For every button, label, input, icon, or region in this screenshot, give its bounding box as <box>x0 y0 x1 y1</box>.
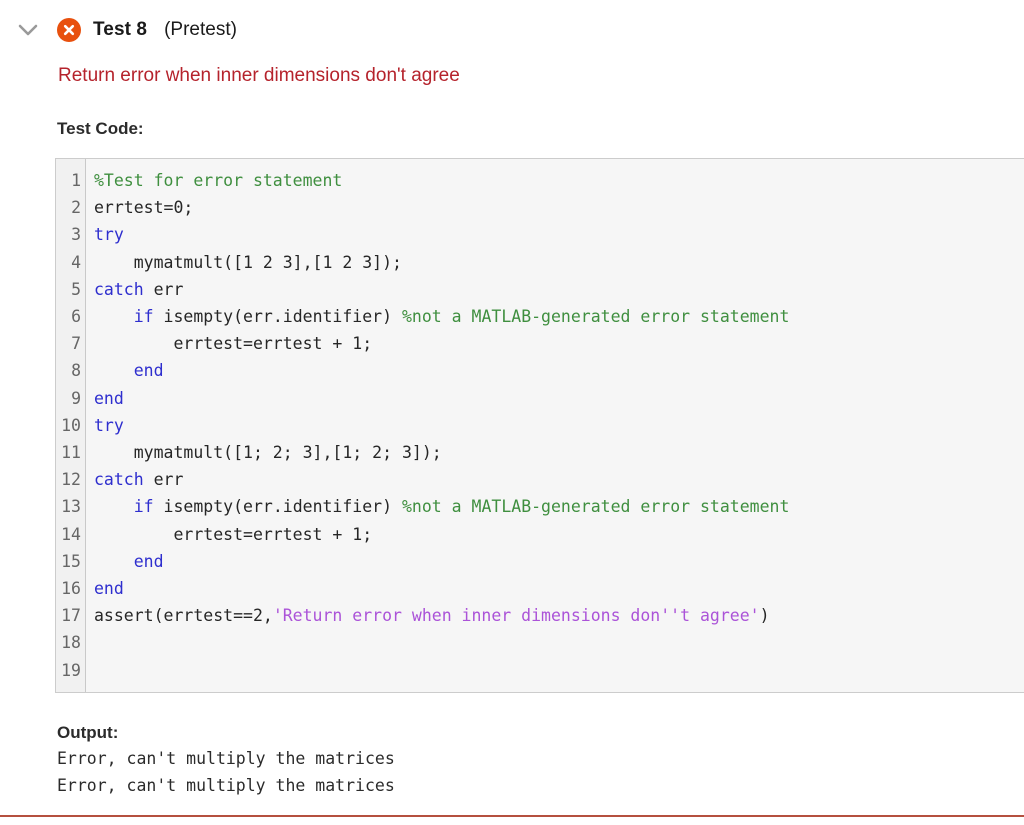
code-line: try <box>94 412 1024 439</box>
code-line: catch err <box>94 276 1024 303</box>
code-token-keyword: end <box>94 388 124 408</box>
line-number: 2 <box>71 198 81 218</box>
line-number: 18 <box>61 633 81 653</box>
code-token-keyword: if <box>133 307 154 327</box>
code-token-plain: mymatmult([1 2 3],[1 2 3]); <box>94 252 402 272</box>
code-token-plain: errtest=0; <box>94 198 194 218</box>
code-token-keyword: try <box>94 415 124 435</box>
code-token-plain: err <box>143 470 184 490</box>
test-header[interactable]: Test 8 (Pretest) <box>0 0 1024 46</box>
chevron-down-icon[interactable] <box>14 16 42 44</box>
code-line: errtest=errtest + 1; <box>94 330 1024 357</box>
line-number: 9 <box>71 388 81 408</box>
line-number: 4 <box>71 252 81 272</box>
line-number: 6 <box>71 307 81 327</box>
code-token-plain: isempty(err.identifier) <box>153 497 402 517</box>
code-line: errtest=errtest + 1; <box>94 521 1024 548</box>
code-line: errtest=0; <box>94 194 1024 221</box>
code-token-string: 'Return error when inner dimensions don'… <box>272 606 760 626</box>
line-number: 11 <box>61 443 81 463</box>
code-content: %Test for error statement errtest=0; try m… <box>86 159 1024 692</box>
code-line: if isempty(err.identifier) %not a MATLAB… <box>94 493 1024 520</box>
line-number: 17 <box>61 606 81 626</box>
output-label: Output: <box>57 722 119 742</box>
code-token-keyword: end <box>133 551 164 571</box>
line-number: 15 <box>61 551 81 571</box>
output-line: Error, can't multiply the matrices <box>57 775 395 795</box>
code-token-keyword: catch <box>94 470 144 490</box>
line-number: 1 <box>71 171 81 190</box>
code-token-keyword: try <box>94 225 124 245</box>
bottom-divider <box>0 815 1024 817</box>
test-code-label: Test Code: <box>57 119 144 138</box>
code-line: try <box>94 221 1024 248</box>
code-token-comment: %not a MATLAB-generated error statement <box>401 497 790 517</box>
code-token-plain: errtest=errtest + 1; <box>94 334 373 354</box>
code-token-plain: err <box>143 279 184 299</box>
code-line: mymatmult([1; 2; 3],[1; 2; 3]); <box>94 439 1024 466</box>
code-token-plain: mymatmult([1; 2; 3],[1; 2; 3]); <box>94 443 442 463</box>
line-number: 13 <box>61 497 81 517</box>
page-title: Test 8 <box>93 19 148 40</box>
code-line: if isempty(err.identifier) %not a MATLAB… <box>94 303 1024 330</box>
line-number: 14 <box>61 524 81 544</box>
code-token-comment: %not a MATLAB-generated error statement <box>401 307 790 327</box>
code-token-keyword: if <box>133 497 154 517</box>
line-number-gutter: 1 2 3 4 5 6 7 8 9 10 11 12 13 14 15 16 17 18 19 <box>56 159 86 692</box>
code-line: end <box>94 575 1024 602</box>
line-number: 3 <box>71 225 81 245</box>
line-number: 12 <box>61 470 81 490</box>
code-token-plain: errtest=errtest + 1; <box>94 524 373 544</box>
line-number: 19 <box>61 660 81 680</box>
error-circle-x-icon <box>57 18 81 42</box>
code-token-plain: ) <box>759 606 770 626</box>
code-token-plain: assert(errtest==2, <box>94 606 273 626</box>
output-content: Error, can't multiply the matrices Error,… <box>57 745 1024 799</box>
code-line: %Test for error statement <box>94 167 1024 194</box>
output-line: Error, can't multiply the matrices <box>57 748 395 768</box>
error-message: Return error when inner dimensions don't… <box>58 65 460 86</box>
code-token-keyword: catch <box>94 279 144 299</box>
code-token-comment: %Test for error statement <box>94 171 343 190</box>
line-number: 5 <box>71 279 81 299</box>
code-token-keyword: end <box>94 579 124 599</box>
code-token-keyword: end <box>133 361 164 381</box>
line-number: 8 <box>71 361 81 381</box>
code-line: catch err <box>94 466 1024 493</box>
line-number: 10 <box>61 415 81 435</box>
code-line: end <box>94 548 1024 575</box>
test-code-block: 1 2 3 4 5 6 7 8 9 10 11 12 13 14 15 16 17 18 19 %Test for … <box>55 158 1024 693</box>
code-line: end <box>94 385 1024 412</box>
code-line: mymatmult([1 2 3],[1 2 3]); <box>94 249 1024 276</box>
line-number: 16 <box>61 579 81 599</box>
code-token-plain: isempty(err.identifier) <box>153 307 402 327</box>
code-line: end <box>94 357 1024 384</box>
code-line: assert(errtest==2,'Return error when inn… <box>94 602 1024 629</box>
test-kind-label: (Pretest) <box>164 19 237 40</box>
line-number: 7 <box>71 334 81 354</box>
